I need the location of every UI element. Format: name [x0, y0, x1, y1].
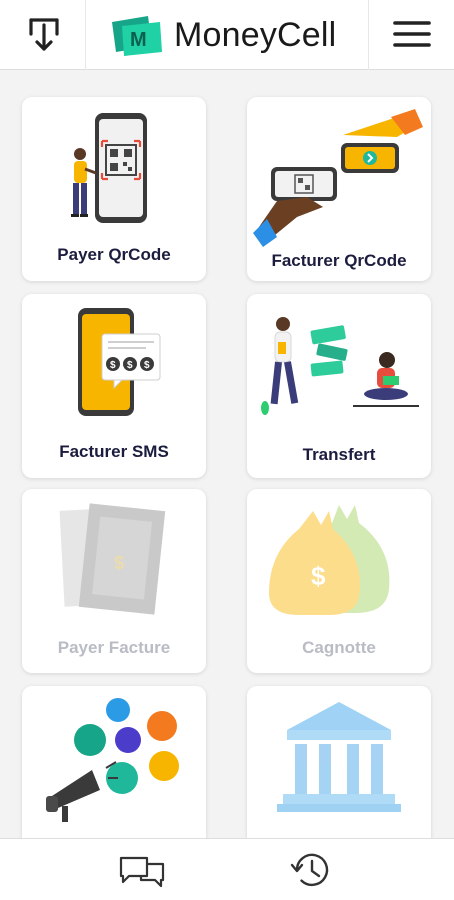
- svg-text:$: $: [110, 360, 116, 371]
- tile-payer-facture[interactable]: $ Payer Facture: [22, 489, 206, 673]
- history-icon[interactable]: [289, 849, 333, 891]
- svg-text:$: $: [127, 360, 133, 371]
- tile-payer-qrcode[interactable]: Payer QrCode: [22, 97, 206, 281]
- tile-transfert[interactable]: Transfert: [247, 294, 431, 478]
- bottom-navigation: [0, 838, 454, 900]
- tile-label: Cagnotte: [302, 638, 376, 657]
- hamburger-menu-icon: [393, 21, 431, 47]
- top-app-bar: M MoneyCell: [0, 0, 454, 70]
- app-brand: M MoneyCell: [108, 10, 358, 60]
- svg-text:$: $: [311, 561, 326, 591]
- svg-text:M: M: [130, 29, 147, 51]
- download-button[interactable]: [0, 0, 86, 70]
- menu-button[interactable]: [368, 0, 454, 70]
- tile-facturer-qrcode[interactable]: Facturer QrCode: [247, 97, 431, 281]
- tile-facturer-sms[interactable]: $ $ $ Facturer SMS: [22, 294, 206, 478]
- chat-icon[interactable]: [118, 852, 166, 890]
- tile-label: Payer Facture: [57, 638, 171, 657]
- svg-text:$: $: [114, 553, 124, 573]
- tile-cagnotte[interactable]: $ Cagnotte: [247, 489, 431, 673]
- app-title: MoneyCell: [174, 16, 337, 54]
- tile-label: Facturer QrCode: [271, 251, 407, 270]
- svg-text:$: $: [144, 360, 150, 371]
- moneycell-logo: M: [112, 16, 162, 56]
- tile-label: Transfert: [302, 445, 376, 464]
- download-icon: [29, 18, 59, 51]
- tile-label: Facturer SMS: [59, 442, 169, 461]
- tile-label: Payer QrCode: [57, 245, 171, 264]
